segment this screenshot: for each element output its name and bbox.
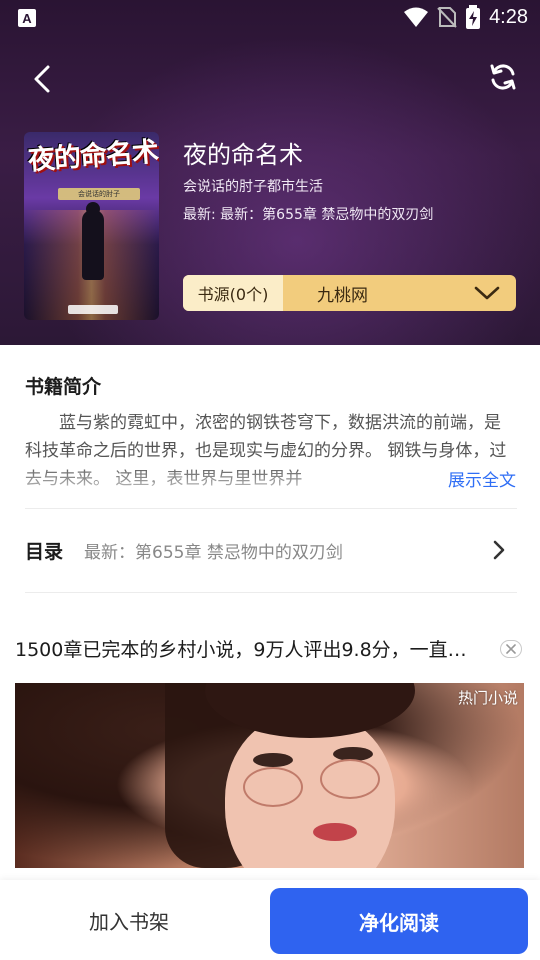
ad-lips [313, 823, 357, 841]
close-icon[interactable] [500, 640, 522, 658]
show-all-link[interactable]: 展示全文 [446, 466, 516, 491]
book-title: 夜的命名术 [183, 141, 303, 169]
ad-glasses-right [320, 759, 380, 799]
battery-charging-icon [466, 5, 481, 29]
divider [25, 592, 517, 593]
source-selector[interactable]: 书源(0个) 九桃网 [183, 275, 516, 311]
bottom-action-bar: 加入书架 净化阅读 [0, 880, 540, 960]
chevron-left-icon[interactable] [26, 62, 60, 96]
ad-title[interactable]: 1500章已完本的乡村小说，9万人评出9.8分，一直… [15, 635, 499, 662]
ad-glasses-left [243, 767, 303, 807]
source-label: 书源(0个) [183, 275, 283, 311]
toc-row[interactable]: 目录 最新：第655章 禁忌物中的双刃剑 [0, 520, 540, 580]
add-to-shelf-button[interactable]: 加入书架 [14, 888, 244, 952]
chevron-down-icon[interactable] [474, 283, 500, 303]
ad-eye-left [253, 753, 293, 767]
cover-title: 夜的命名术 [27, 136, 159, 177]
close-glyph [506, 644, 516, 654]
refresh-icon[interactable] [488, 62, 518, 92]
intro-heading: 书籍简介 [25, 376, 102, 398]
source-value: 九桃网 [317, 285, 368, 306]
book-author-category: 会说话的肘子都市生活 [183, 179, 323, 195]
cover-publisher-logo [68, 305, 118, 314]
toc-label: 目录 [25, 541, 64, 563]
no-sim-icon [437, 7, 457, 28]
status-time: 4:28 [489, 5, 528, 28]
cover-figure [82, 210, 104, 280]
cover-subtitle: 会说话的肘子 [58, 188, 140, 200]
status-bar: A 4:28 [0, 0, 540, 36]
book-header: A 4:28 夜的命名术 会说话的肘子 夜的命名术 会说话的肘子都市生活 最新:… [0, 0, 540, 345]
book-latest-chapter: 最新: 最新：第655章 禁忌物中的双刃剑 [183, 207, 434, 223]
toc-latest-chapter: 最新：第655章 禁忌物中的双刃剑 [84, 543, 343, 563]
chevron-right-icon [493, 540, 505, 560]
a-notification-icon: A [18, 9, 36, 27]
ad-image[interactable]: 热门小说 [15, 683, 524, 868]
clean-read-button[interactable]: 净化阅读 [270, 888, 528, 954]
book-cover[interactable]: 夜的命名术 会说话的肘子 [24, 132, 159, 320]
svg-text:A: A [22, 11, 32, 26]
ad-tag: 热门小说 [457, 689, 518, 707]
wifi-icon [404, 7, 429, 27]
divider [25, 508, 517, 509]
intro-fade [25, 465, 517, 493]
